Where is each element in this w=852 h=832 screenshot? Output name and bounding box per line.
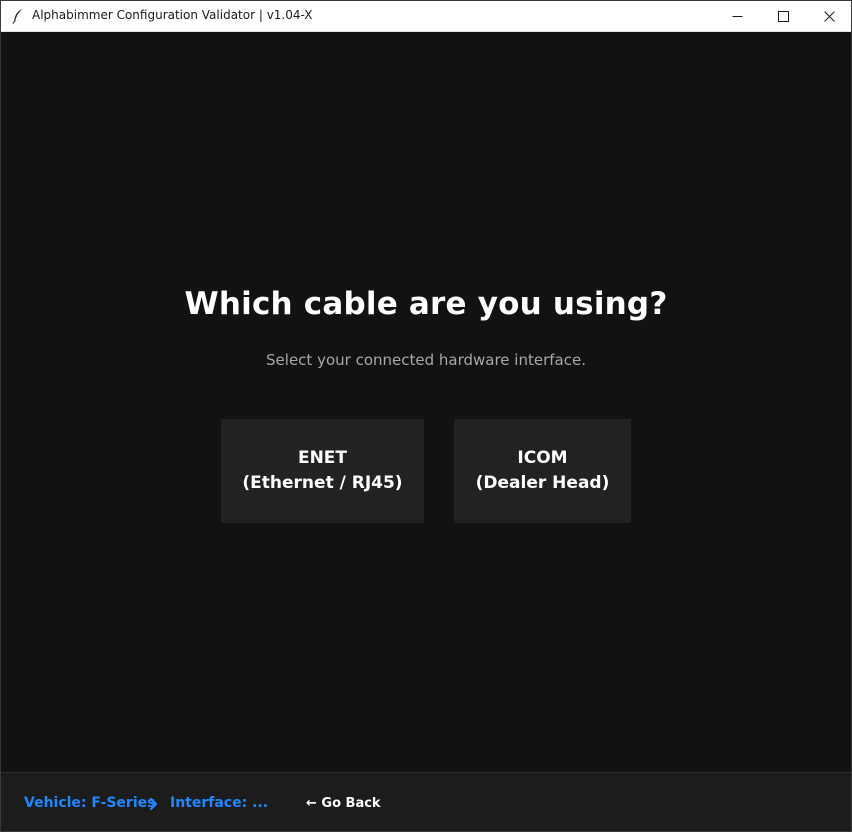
- window-title: Alphabimmer Configuration Validator | v1…: [32, 8, 313, 22]
- chevron-right-icon: [149, 796, 159, 811]
- page-subtitle: Select your connected hardware interface…: [266, 351, 586, 369]
- go-back-button[interactable]: ← Go Back: [306, 796, 381, 811]
- maximize-button[interactable]: [760, 1, 806, 31]
- app-window: Alphabimmer Configuration Validator | v1…: [0, 0, 852, 832]
- breadcrumb-vehicle[interactable]: Vehicle: F-Series: [24, 795, 155, 811]
- option-label-line1: ICOM: [517, 448, 568, 468]
- enet-option-button[interactable]: ENET (Ethernet / RJ45): [221, 419, 424, 523]
- option-label-line2: (Ethernet / RJ45): [242, 473, 403, 493]
- close-icon: [823, 10, 835, 22]
- feather-icon: [11, 8, 25, 24]
- title-bar[interactable]: Alphabimmer Configuration Validator | v1…: [1, 1, 851, 32]
- option-label-line2: (Dealer Head): [475, 473, 610, 493]
- page-title: Which cable are you using?: [184, 286, 668, 322]
- option-label-line1: ENET: [297, 448, 348, 468]
- icom-option-button[interactable]: ICOM (Dealer Head): [454, 419, 631, 523]
- close-button[interactable]: [806, 1, 851, 31]
- maximize-icon: [777, 10, 789, 22]
- footer-bar: Vehicle: F-Series Interface: ... ← Go Ba…: [1, 772, 851, 831]
- minimize-button[interactable]: [714, 1, 760, 31]
- minimize-icon: [732, 11, 743, 22]
- breadcrumb-interface[interactable]: Interface: ...: [170, 795, 268, 811]
- main-content: Which cable are you using? Select your c…: [1, 32, 851, 772]
